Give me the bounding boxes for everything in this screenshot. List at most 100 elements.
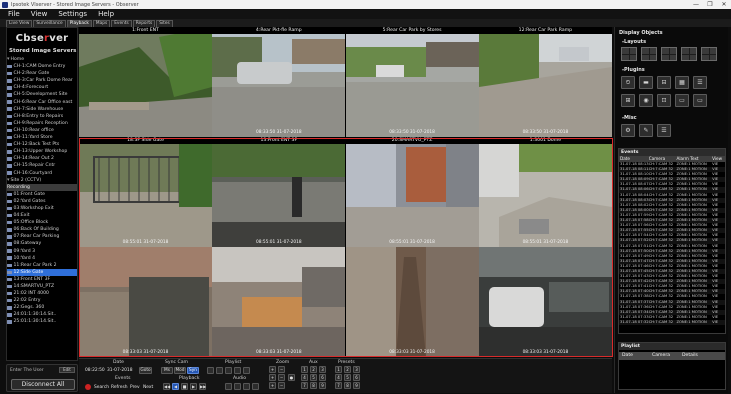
camera-tile[interactable]: 08:33:03 31-07-2018 xyxy=(478,247,612,357)
tree-camera-item[interactable]: CH-10:Rear office xyxy=(7,127,77,134)
tree-camera-item[interactable]: 09:Yard 3 xyxy=(7,248,77,255)
tree-camera-item[interactable]: CH-6:Rear Car Office east xyxy=(7,99,77,106)
grid-icon[interactable]: ▦ xyxy=(675,76,689,89)
panel-icon[interactable]: ▭ xyxy=(675,94,689,107)
tree-camera-item[interactable]: CH-7:Side Warehouse xyxy=(7,106,77,113)
camera-tile[interactable]: 5:Rear Car Park by Stores 08:33:50 31-07-… xyxy=(345,27,479,137)
tree-camera-item[interactable]: 03:Workshop Exit xyxy=(7,205,77,212)
tree-camera-item[interactable]: 08:Gateway xyxy=(7,240,77,247)
tab-1[interactable]: Surveillance xyxy=(33,20,66,27)
tree-camera-item[interactable]: CH-8:Entry to Repairs xyxy=(7,113,77,120)
tree-camera-item[interactable]: 22:02 Entry xyxy=(7,297,77,304)
tree-camera-item[interactable]: CH-1:CAM Dome Entry xyxy=(7,63,77,70)
tree-camera-item[interactable]: 21:02 INT 4000 xyxy=(7,290,77,297)
time-field[interactable]: 08:22:50 xyxy=(85,368,105,373)
disconnect-all-button[interactable]: Disconnect All xyxy=(11,379,75,390)
tree-camera-item[interactable]: 07:Rear Car Parking xyxy=(7,233,77,240)
tree-group[interactable]: Home xyxy=(7,56,77,63)
tree-camera-item[interactable]: CH-4:Forecourt xyxy=(7,84,77,91)
playlist-col-details[interactable]: Details xyxy=(679,352,709,360)
ms-button[interactable]: Ms xyxy=(161,367,173,374)
record-icon[interactable]: ◉ xyxy=(639,94,653,107)
slider-icon[interactable]: ▬ xyxy=(639,76,653,89)
layout-icon[interactable]: ⊞ xyxy=(621,94,635,107)
camera-tile[interactable]: 13:Front ENT 3F 08:55:01 31-07-2018 xyxy=(212,137,346,247)
camera-tile[interactable]: 18:3F Side Gate 08:55:01 31-07-2018 xyxy=(79,137,212,247)
mod-button[interactable]: Mod xyxy=(174,367,186,374)
camera-tile[interactable]: 08:33:03 31-07-2018 xyxy=(79,247,212,357)
playlist-btn-3[interactable] xyxy=(225,367,232,374)
preset-btn-3[interactable]: 3 xyxy=(353,366,360,373)
tree-camera-item[interactable]: CH-9:Repairs Reception xyxy=(7,120,77,127)
zoom-in-button[interactable]: + xyxy=(269,366,276,373)
edit-icon[interactable]: ✎ xyxy=(639,124,653,137)
tree-camera-item[interactable]: CH-14:Rear Out 2 xyxy=(7,155,77,162)
tree-camera-item[interactable]: 13:Front ENT 3F xyxy=(7,276,77,283)
aux-btn-7[interactable]: 7 xyxy=(301,382,308,389)
alarm-icon[interactable]: ⊟ xyxy=(657,76,671,89)
preset-btn-9[interactable]: 9 xyxy=(353,382,360,389)
clock-icon[interactable]: ⏲ xyxy=(621,76,635,89)
layout-grid-icon[interactable] xyxy=(681,47,697,61)
aux-btn-1[interactable]: 1 xyxy=(301,366,308,373)
menu-file[interactable]: File xyxy=(8,10,20,18)
tree-camera-item[interactable]: 22:Gegs. 360 xyxy=(7,304,77,311)
tree-camera-item[interactable]: 05:Office Block xyxy=(7,219,77,226)
event-row[interactable]: 31-07-18 07:32:19CH:7:CAM 32ZONE:1 MOTIO… xyxy=(619,319,725,325)
playlist-col-date[interactable]: Date xyxy=(619,352,649,360)
rewind-fast-button[interactable]: ◀◀ xyxy=(163,383,170,390)
tab-3[interactable]: Maps xyxy=(92,20,111,27)
prev-button[interactable]: Prev xyxy=(130,385,140,390)
tree-camera-item[interactable]: CH-15:Repair Cntr xyxy=(7,162,77,169)
tree-camera-item[interactable]: CH-5:Development Site xyxy=(7,91,77,98)
list-icon[interactable]: ☰ xyxy=(657,124,671,137)
playlist-col-camera[interactable]: Camera xyxy=(649,352,679,360)
tree-camera-item[interactable]: CH-12:Back Test Pts xyxy=(7,141,77,148)
audio-btn-3[interactable] xyxy=(243,383,250,390)
goto-button[interactable]: Goto xyxy=(139,367,152,374)
camera-tile[interactable]: 12:Rear Car Park Ramp 08:33:50 31-07-2018 xyxy=(478,27,612,137)
tree-camera-item[interactable]: 14:SMARTVU_PTZ xyxy=(7,283,77,290)
layout-grid-icon[interactable] xyxy=(701,47,717,61)
tree-camera-item[interactable]: CH-11:Yard Store xyxy=(7,134,77,141)
playlist-btn-5[interactable] xyxy=(243,367,250,374)
layout-grid-icon[interactable] xyxy=(661,47,677,61)
iris-close-button[interactable]: − xyxy=(278,382,285,389)
tree-camera-item[interactable]: CH-3:Car Park Dome Rear xyxy=(7,77,77,84)
syn-button[interactable]: Syn xyxy=(187,367,199,374)
aux-btn-6[interactable]: 6 xyxy=(319,374,326,381)
panel-icon[interactable]: ▭ xyxy=(693,94,707,107)
preset-btn-4[interactable]: 4 xyxy=(335,374,342,381)
playlist-btn-4[interactable] xyxy=(234,367,241,374)
zoom-out-button[interactable]: − xyxy=(278,366,285,373)
menu-view[interactable]: View xyxy=(31,10,48,18)
forward-fast-button[interactable]: ▶▶ xyxy=(199,383,206,390)
aux-btn-4[interactable]: 4 xyxy=(301,374,308,381)
preset-btn-7[interactable]: 7 xyxy=(335,382,342,389)
date-field[interactable]: 31-07-2018 xyxy=(107,368,133,373)
tree-camera-item[interactable]: Recording xyxy=(7,183,77,191)
audio-btn-1[interactable] xyxy=(225,383,232,390)
layout-grid-icon[interactable] xyxy=(621,47,637,61)
audio-btn-2[interactable] xyxy=(234,383,241,390)
next-button[interactable]: Next xyxy=(143,385,153,390)
preset-btn-1[interactable]: 1 xyxy=(335,366,342,373)
aux-btn-2[interactable]: 2 xyxy=(310,366,317,373)
list-icon[interactable]: ☰ xyxy=(693,76,707,89)
camera-tile[interactable]: 1:Front ENT xyxy=(79,27,212,137)
aux-btn-3[interactable]: 3 xyxy=(319,366,326,373)
aux-btn-9[interactable]: 9 xyxy=(319,382,326,389)
camera-tile[interactable]: 1:3001 Dome 08:55:01 31-07-2018 xyxy=(478,137,612,247)
camera-tile[interactable]: 4:Rear Pkt-fle Ramp 08:33:50 31-07-2018 xyxy=(212,27,346,137)
tree-camera-item[interactable]: 06:Back Of Building xyxy=(7,226,77,233)
stop-button[interactable]: ■ xyxy=(181,383,188,390)
search-button[interactable]: Search xyxy=(94,385,109,390)
iris-open-button[interactable]: + xyxy=(269,382,276,389)
close-button[interactable]: ✕ xyxy=(717,0,731,9)
aux-btn-8[interactable]: 8 xyxy=(310,382,317,389)
preset-btn-2[interactable]: 2 xyxy=(344,366,351,373)
preset-btn-8[interactable]: 8 xyxy=(344,382,351,389)
refresh-button[interactable]: Refresh xyxy=(111,385,128,390)
layout-grid-icon[interactable] xyxy=(641,47,657,61)
screen-icon[interactable]: ⊡ xyxy=(657,94,671,107)
